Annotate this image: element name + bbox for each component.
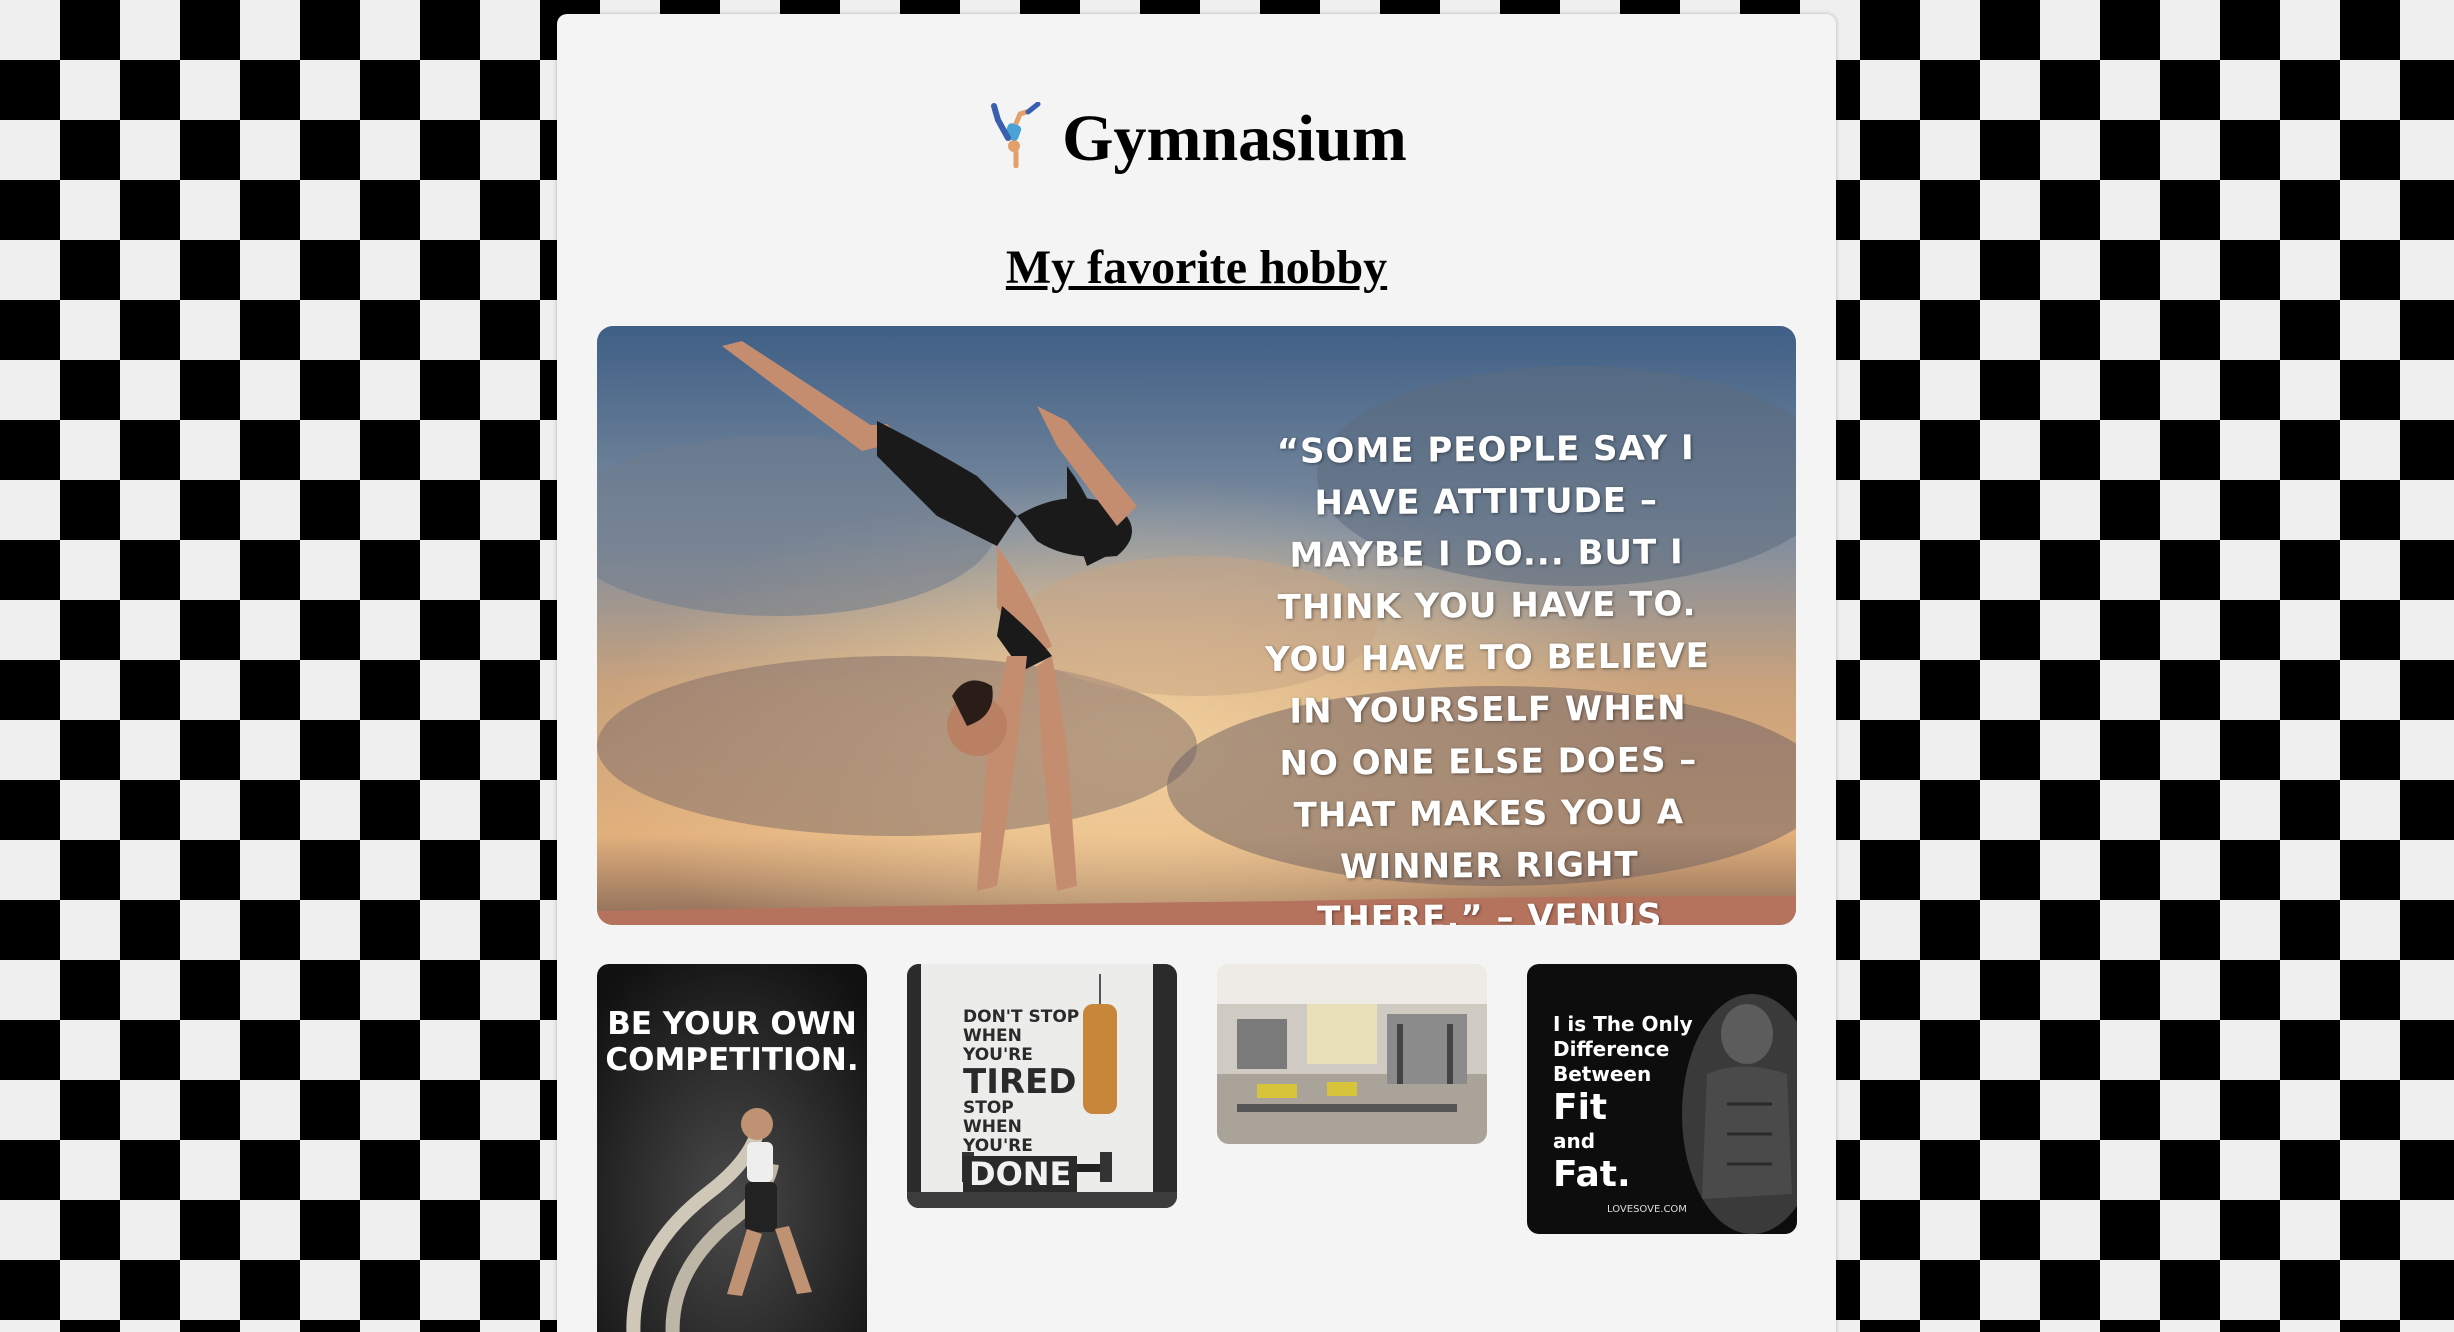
gym-interior-photo [1217, 964, 1487, 1144]
poster-be-your-own-competition: BE YOUR OWN COMPETITION. [597, 964, 867, 1332]
poster-text: DON'T STOP WHEN YOU'RE TIRED STOP WHEN Y… [963, 1007, 1080, 1193]
content-card: Gymnasium My favorite hobby “SOME PEOPLE… [557, 14, 1836, 1332]
hero-quote: “SOME PEOPLE SAY I HAVE ATTITUDE – MAYBE… [1265, 428, 1711, 925]
page-title: Gymnasium [557, 101, 1836, 175]
poster-text: BE YOUR OWN COMPETITION. [605, 1006, 859, 1078]
cartwheel-icon [986, 101, 1042, 169]
poster-site-credit: LOVESOVE.COM [1607, 1204, 1687, 1215]
page-subtitle: My favorite hobby [1005, 241, 1388, 294]
poster-fit-and-fat: I is The Only Difference Between Fit and… [1527, 964, 1797, 1234]
hero-image: “SOME PEOPLE SAY I HAVE ATTITUDE – MAYBE… [597, 326, 1796, 925]
gym-interior-image [1217, 964, 1487, 1144]
title-text: Gymnasium [1062, 102, 1407, 175]
poster-dont-stop: DON'T STOP WHEN YOU'RE TIRED STOP WHEN Y… [907, 964, 1177, 1208]
poster-text: I is The Only Difference Between Fit and… [1553, 1012, 1693, 1195]
